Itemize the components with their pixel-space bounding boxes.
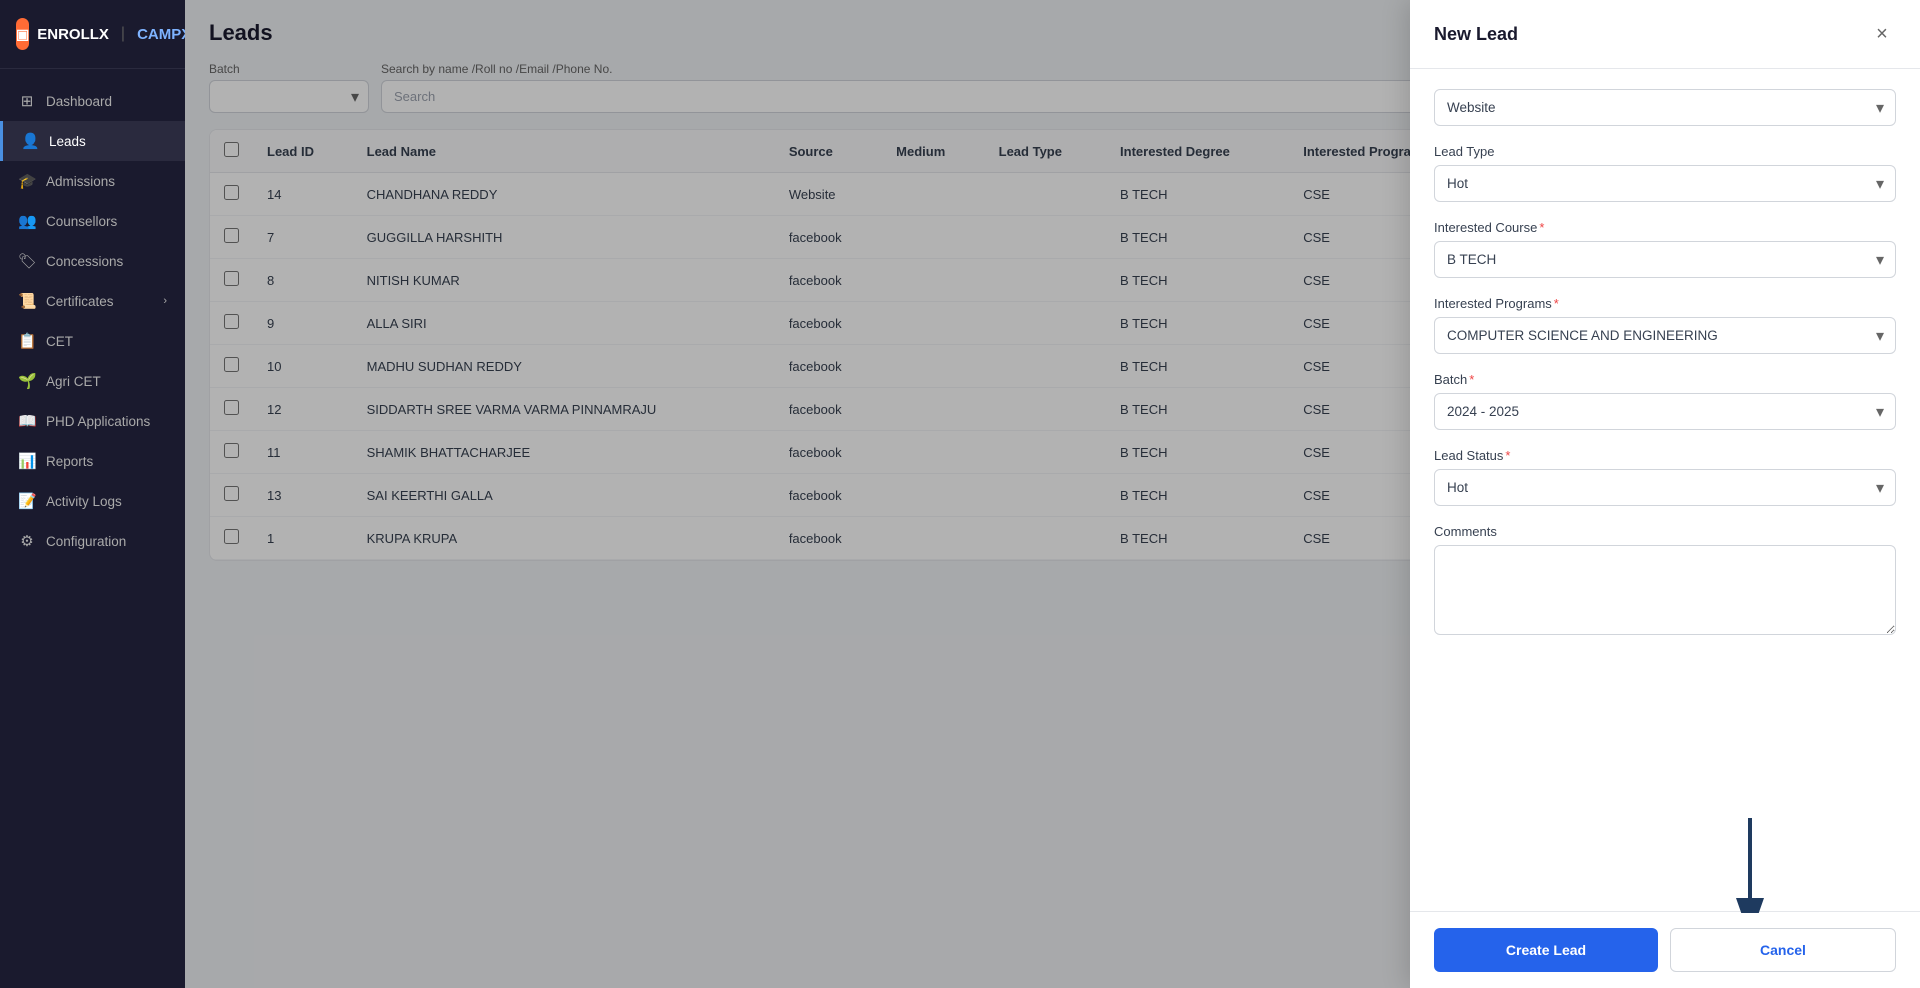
batch-form-group: Batch* 2024 - 2025	[1434, 372, 1896, 430]
interested-programs-label: Interested Programs*	[1434, 296, 1896, 311]
sidebar-item-cet[interactable]: 📋 CET	[0, 321, 185, 361]
modal-header: New Lead ×	[1410, 0, 1920, 69]
sidebar-item-leads[interactable]: 👤 Leads	[0, 121, 185, 161]
cancel-button[interactable]: Cancel	[1670, 928, 1896, 972]
modal-title: New Lead	[1434, 24, 1518, 45]
lead-status-select-wrapper: Hot	[1434, 469, 1896, 506]
comments-textarea[interactable]	[1434, 545, 1896, 635]
sidebar-item-label: CET	[46, 334, 73, 349]
sidebar-item-agri-cet[interactable]: 🌱 Agri CET	[0, 361, 185, 401]
interested-course-group: Interested Course* B TECH	[1434, 220, 1896, 278]
interested-programs-select-wrapper: COMPUTER SCIENCE AND ENGINEERING	[1434, 317, 1896, 354]
sidebar-item-label: Reports	[46, 454, 93, 469]
sidebar: ▣ ENROLLX | CAMPX ⊞ Dashboard 👤 Leads 🎓 …	[0, 0, 185, 988]
create-lead-button[interactable]: Create Lead	[1434, 928, 1658, 972]
batch-form-select-wrapper: 2024 - 2025	[1434, 393, 1896, 430]
sidebar-item-label: PHD Applications	[46, 414, 150, 429]
sidebar-item-phd[interactable]: 📖 PHD Applications	[0, 401, 185, 441]
configuration-icon: ⚙	[18, 532, 36, 550]
dashboard-icon: ⊞	[18, 92, 36, 110]
comments-label: Comments	[1434, 524, 1896, 539]
lead-type-label: Lead Type	[1434, 144, 1896, 159]
reports-icon: 📊	[18, 452, 36, 470]
batch-form-select[interactable]: 2024 - 2025	[1434, 393, 1896, 430]
sidebar-item-label: Certificates	[46, 294, 114, 309]
interested-course-label: Interested Course*	[1434, 220, 1896, 235]
modal-footer: Create Lead Cancel	[1410, 911, 1920, 988]
sidebar-item-label: Agri CET	[46, 374, 101, 389]
logo: ▣ ENROLLX | CAMPX	[0, 0, 185, 69]
sidebar-item-certificates[interactable]: 📜 Certificates ›	[0, 281, 185, 321]
sidebar-item-label: Concessions	[46, 254, 123, 269]
phd-icon: 📖	[18, 412, 36, 430]
sidebar-item-configuration[interactable]: ⚙ Configuration	[0, 521, 185, 561]
source-select-wrapper: Website	[1434, 89, 1896, 126]
leads-icon: 👤	[21, 132, 39, 150]
lead-type-select-wrapper: Hot	[1434, 165, 1896, 202]
close-modal-button[interactable]: ×	[1868, 20, 1896, 48]
interested-course-select[interactable]: B TECH	[1434, 241, 1896, 278]
sidebar-item-label: Activity Logs	[46, 494, 122, 509]
agri-cet-icon: 🌱	[18, 372, 36, 390]
admissions-icon: 🎓	[18, 172, 36, 190]
source-group: Website	[1434, 89, 1896, 126]
cet-icon: 📋	[18, 332, 36, 350]
sidebar-item-reports[interactable]: 📊 Reports	[0, 441, 185, 481]
sidebar-nav: ⊞ Dashboard 👤 Leads 🎓 Admissions 👥 Couns…	[0, 69, 185, 988]
interested-programs-select[interactable]: COMPUTER SCIENCE AND ENGINEERING	[1434, 317, 1896, 354]
interested-programs-group: Interested Programs* COMPUTER SCIENCE AN…	[1434, 296, 1896, 354]
source-select[interactable]: Website	[1434, 89, 1896, 126]
activity-logs-icon: 📝	[18, 492, 36, 510]
concessions-icon: 🏷	[18, 252, 36, 270]
sidebar-item-label: Dashboard	[46, 94, 112, 109]
sidebar-item-label: Leads	[49, 134, 86, 149]
lead-type-select[interactable]: Hot	[1434, 165, 1896, 202]
batch-form-label: Batch*	[1434, 372, 1896, 387]
comments-group: Comments	[1434, 524, 1896, 640]
logo-icon: ▣	[16, 18, 29, 50]
new-lead-modal: New Lead × Website Lead Type Hot Interes…	[1410, 0, 1920, 988]
arrow-annotation	[1710, 813, 1790, 918]
sidebar-item-counsellors[interactable]: 👥 Counsellors	[0, 201, 185, 241]
lead-type-group: Lead Type Hot	[1434, 144, 1896, 202]
lead-status-label: Lead Status*	[1434, 448, 1896, 463]
sidebar-item-label: Configuration	[46, 534, 126, 549]
logo-campx: CAMPX	[137, 26, 191, 43]
interested-course-select-wrapper: B TECH	[1434, 241, 1896, 278]
sidebar-item-admissions[interactable]: 🎓 Admissions	[0, 161, 185, 201]
lead-status-group: Lead Status* Hot	[1434, 448, 1896, 506]
certificates-icon: 📜	[18, 292, 36, 310]
sidebar-item-activity-logs[interactable]: 📝 Activity Logs	[0, 481, 185, 521]
sidebar-item-label: Admissions	[46, 174, 115, 189]
lead-status-select[interactable]: Hot	[1434, 469, 1896, 506]
chevron-right-icon: ›	[163, 295, 167, 307]
modal-body: Website Lead Type Hot Interested Course*…	[1410, 69, 1920, 911]
sidebar-item-concessions[interactable]: 🏷 Concessions	[0, 241, 185, 281]
sidebar-item-dashboard[interactable]: ⊞ Dashboard	[0, 81, 185, 121]
sidebar-item-label: Counsellors	[46, 214, 117, 229]
logo-enrollx: ENROLLX	[37, 26, 109, 43]
counsellors-icon: 👥	[18, 212, 36, 230]
